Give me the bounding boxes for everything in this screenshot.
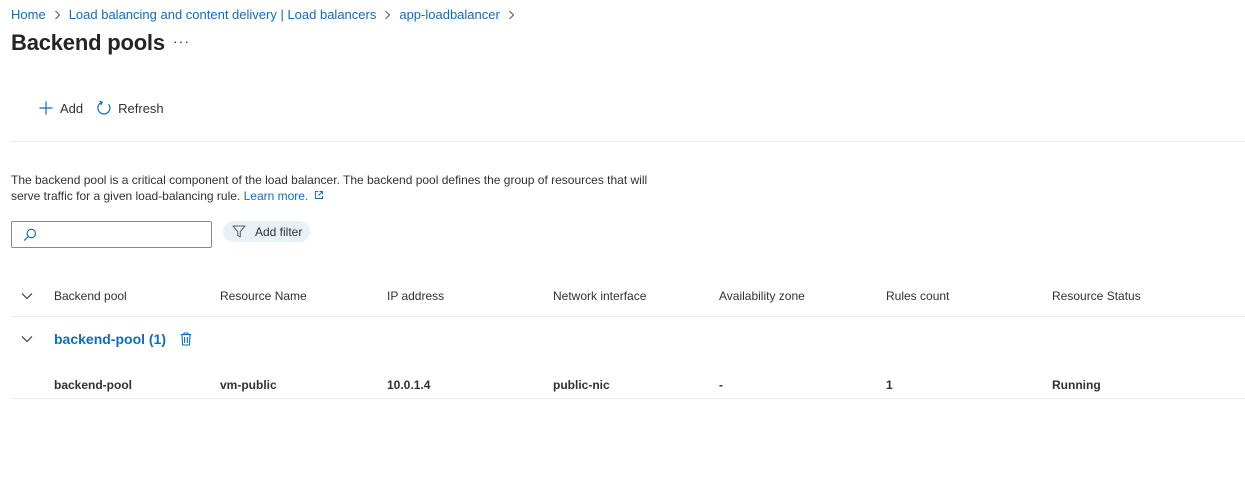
description-text: The backend pool is a critical component… — [11, 173, 648, 203]
table-cell-resource-status: Running — [1052, 378, 1101, 392]
table-cell-network-interface: public-nic — [553, 378, 610, 392]
refresh-button-label: Refresh — [118, 100, 164, 116]
delete-icon[interactable] — [180, 332, 192, 346]
row-divider — [11, 398, 1245, 399]
search-icon — [23, 228, 37, 242]
add-filter-label: Add filter — [255, 224, 303, 239]
breadcrumb-app-loadbalancer[interactable]: app-loadbalancer — [399, 7, 499, 22]
column-header-backend-pool[interactable]: Backend pool — [54, 289, 127, 303]
chevron-right-icon — [385, 10, 391, 19]
filter-icon — [232, 225, 246, 238]
description: The backend pool is a critical component… — [11, 172, 651, 204]
table-cell-resource-name: vm-public — [220, 378, 277, 392]
column-header-availability-zone[interactable]: Availability zone — [719, 289, 805, 303]
page-title: Backend pools — [11, 30, 165, 55]
breadcrumb: Home Load balancing and content delivery… — [11, 7, 523, 22]
refresh-button[interactable]: Refresh — [96, 100, 164, 116]
column-header-resource-status[interactable]: Resource Status — [1052, 289, 1141, 303]
column-header-rules-count[interactable]: Rules count — [886, 289, 949, 303]
command-bar: Add Refresh — [38, 100, 177, 116]
add-filter-button[interactable]: Add filter — [223, 221, 311, 242]
add-button-label: Add — [60, 100, 84, 116]
chevron-down-icon[interactable] — [21, 291, 33, 301]
table-cell-availability-zone: - — [719, 378, 723, 392]
table-cell-backend-pool: backend-pool — [54, 378, 133, 392]
toolbar-divider — [11, 141, 1245, 142]
breadcrumb-home[interactable]: Home — [11, 7, 46, 22]
ellipsis-icon[interactable]: ··· — [173, 33, 190, 49]
learn-more-link[interactable]: Learn more. — [244, 189, 324, 203]
search-input[interactable] — [11, 221, 212, 248]
chevron-right-icon — [54, 10, 60, 19]
table-cell-ip-address: 10.0.1.4 — [387, 378, 431, 392]
breadcrumb-load-balancers[interactable]: Load balancing and content delivery | Lo… — [69, 7, 377, 22]
plus-icon — [39, 101, 53, 115]
header-divider — [11, 316, 1245, 317]
external-link-icon — [314, 191, 323, 199]
chevron-down-icon[interactable] — [21, 334, 33, 344]
column-header-resource-name[interactable]: Resource Name — [220, 289, 307, 303]
add-button[interactable]: Add — [38, 100, 83, 116]
column-header-network-interface[interactable]: Network interface — [553, 289, 646, 303]
group-label-backend-pool[interactable]: backend-pool (1) — [54, 331, 166, 347]
refresh-icon — [97, 100, 111, 115]
chevron-right-icon — [508, 10, 515, 19]
column-header-ip-address[interactable]: IP address — [387, 289, 444, 303]
table-cell-rules-count: 1 — [886, 378, 893, 392]
